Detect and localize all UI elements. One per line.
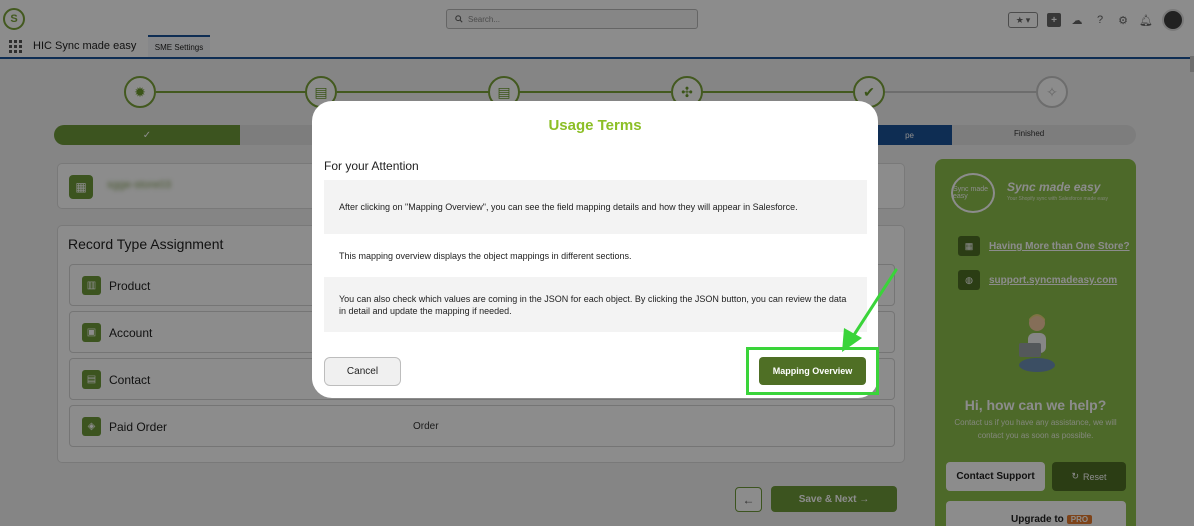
cancel-button[interactable]: Cancel [324, 357, 401, 386]
info-paragraph: After clicking on "Mapping Overview", yo… [324, 180, 867, 234]
annotation-arrow-icon [842, 268, 898, 352]
modal-title: Usage Terms [548, 117, 642, 134]
mapping-overview-button[interactable]: Mapping Overview [759, 357, 866, 385]
modal-subtitle: For your Attention [324, 159, 419, 173]
info-paragraph: You can also check which values are comi… [324, 277, 867, 332]
usage-terms-modal: Usage Terms For your Attention After cli… [312, 101, 879, 398]
info-paragraph: This mapping overview displays the objec… [339, 250, 632, 261]
